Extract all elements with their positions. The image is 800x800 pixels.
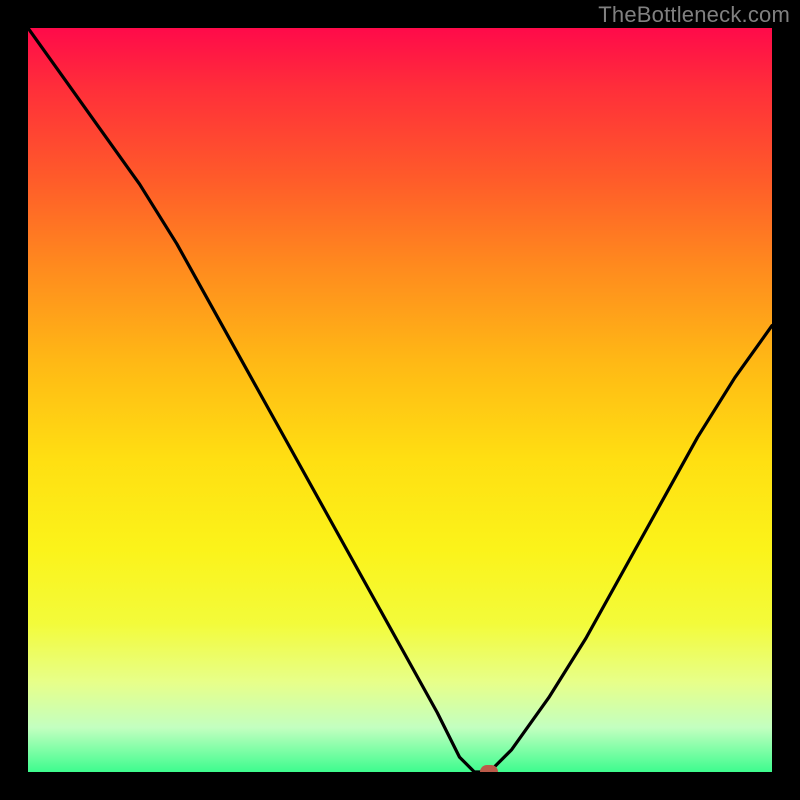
watermark-text: TheBottleneck.com <box>598 2 790 28</box>
optimal-point-marker <box>480 765 498 772</box>
bottleneck-curve <box>28 28 772 772</box>
plot-area <box>28 28 772 772</box>
chart-frame: TheBottleneck.com <box>0 0 800 800</box>
